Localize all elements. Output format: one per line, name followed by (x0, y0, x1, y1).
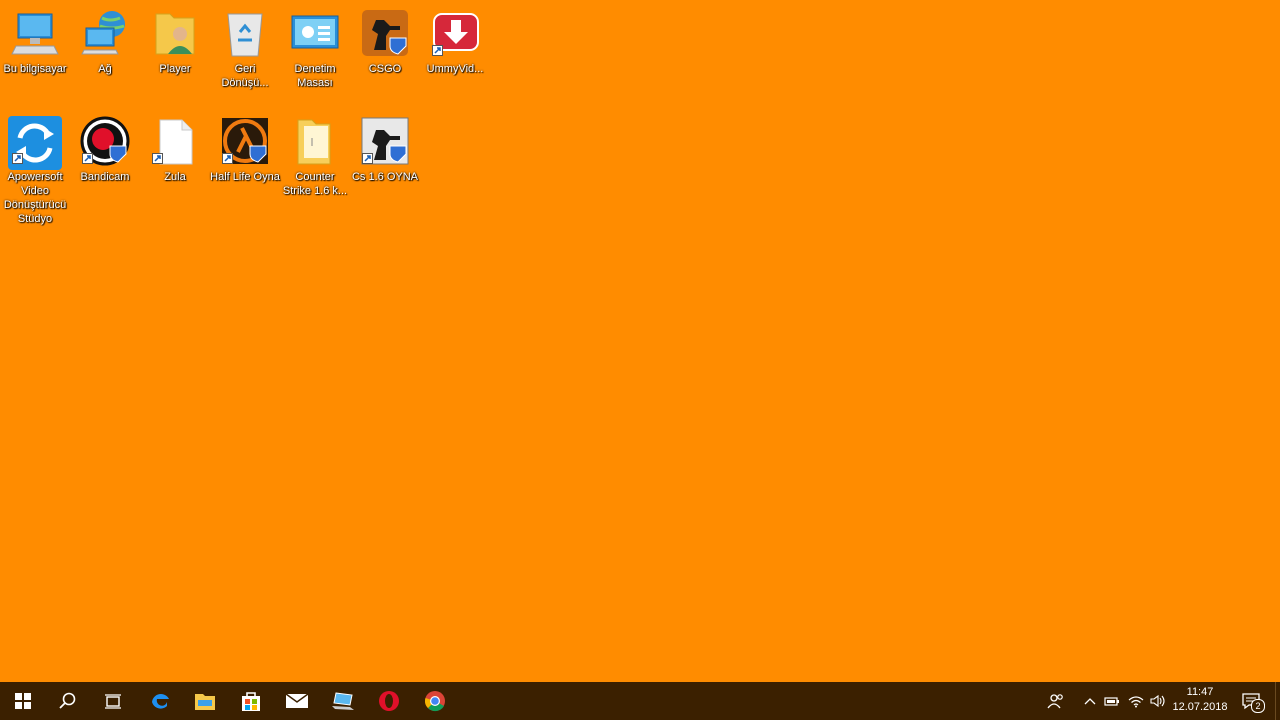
shortcut-arrow-icon (432, 45, 443, 56)
battery-icon (1104, 697, 1119, 706)
chrome-button[interactable] (412, 682, 458, 720)
clock-date: 12.07.2018 (1172, 701, 1228, 713)
show-desktop-button[interactable] (1275, 682, 1280, 720)
desktop-icon-bandicam[interactable]: Bandicam (70, 116, 140, 184)
desktop-icon-this-pc[interactable]: Bu bilgisayar (0, 8, 70, 76)
folder-icon (290, 116, 340, 166)
icon-label: Half Life Oyna (210, 171, 280, 183)
icon-label: Bandicam (80, 171, 130, 183)
desktop-icon-control-panel[interactable]: Denetim Masası (280, 8, 350, 90)
volume-icon (1150, 694, 1165, 708)
opera-button[interactable] (366, 682, 412, 720)
icon-label: Cs 1.6 OYNA (351, 171, 419, 183)
chevron-up-icon (1084, 698, 1096, 705)
laptop-app-icon (332, 692, 354, 710)
battery-button[interactable] (1102, 682, 1122, 720)
file-explorer-icon (195, 694, 215, 710)
desktop-icon-recycle-bin[interactable]: Geri Dönüşü... (210, 8, 280, 90)
mail-button[interactable] (274, 682, 320, 720)
wifi-button[interactable] (1125, 682, 1147, 720)
half-life-icon (220, 116, 270, 166)
shortcut-arrow-icon (82, 153, 93, 164)
icon-label: UmmyVid... (426, 63, 484, 75)
desktop-icon-network[interactable]: Ağ (70, 8, 140, 76)
shortcut-arrow-icon (152, 153, 163, 164)
desktop-icon-cs16[interactable]: Cs 1.6 OYNA (350, 116, 420, 184)
shortcut-arrow-icon (222, 153, 233, 164)
notification-count-badge: 2 (1251, 699, 1265, 713)
start-icon (15, 693, 31, 709)
clock[interactable]: 11:47 12.07.2018 (1168, 685, 1232, 717)
search-icon (59, 692, 76, 709)
icon-label: CSGO (368, 63, 402, 75)
csgo-icon (360, 8, 410, 58)
edge-icon (152, 694, 169, 709)
icon-label: Bu bilgisayar (3, 63, 67, 75)
desktop-icon-player[interactable]: Player (140, 8, 210, 76)
blank-file-icon (150, 116, 200, 166)
desktop-icon-half-life[interactable]: Half Life Oyna (210, 116, 280, 184)
apowersoft-icon (8, 116, 62, 170)
shortcut-arrow-icon (362, 153, 373, 164)
desktop-icon-cs16-folder[interactable]: Counter Strike 1.6 k... (280, 116, 350, 198)
store-icon (242, 692, 260, 711)
desktop: Bu bilgisayar Ağ Player Geri Dönüşü... D… (0, 0, 1280, 682)
icon-label: Geri Dönüşü... (221, 63, 269, 89)
network-icon (80, 8, 130, 58)
start-button[interactable] (0, 682, 46, 720)
control-panel-icon (290, 8, 340, 58)
icon-label: Apowersoft Video Dönüştürücü Stüdyo (3, 171, 67, 225)
task-view-button[interactable] (90, 682, 136, 720)
wifi-icon (1128, 696, 1144, 708)
desktop-icon-csgo[interactable]: CSGO (350, 8, 420, 76)
mail-icon (285, 693, 309, 708)
desktop-icon-zula[interactable]: Zula (140, 116, 210, 184)
icon-label: Ağ (98, 63, 112, 75)
ummy-video-icon (430, 8, 480, 58)
recycle-bin-icon (220, 8, 270, 58)
people-icon (1047, 694, 1063, 709)
task-view-icon (105, 694, 121, 709)
file-explorer-button[interactable] (182, 682, 228, 720)
desktop-icon-ummy[interactable]: UmmyVid... (420, 8, 490, 76)
opera-icon (379, 691, 399, 711)
shortcut-arrow-icon (12, 153, 23, 164)
icon-label: Denetim Masası (294, 63, 336, 89)
desktop-icon-apowersoft[interactable]: Apowersoft Video Dönüştürücü Stüdyo (0, 116, 70, 226)
action-center-button[interactable]: 2 (1238, 682, 1265, 720)
chrome-icon (425, 691, 445, 712)
people-button[interactable] (1044, 682, 1068, 720)
show-hidden-icons-button[interactable] (1080, 682, 1100, 720)
clock-time: 11:47 (1186, 686, 1214, 698)
store-button[interactable] (228, 682, 274, 720)
cs16-icon (360, 116, 410, 166)
icon-label: Player (159, 63, 191, 75)
icon-label: Counter Strike 1.6 k... (282, 171, 348, 197)
computer-icon (10, 8, 60, 58)
volume-button[interactable] (1147, 682, 1169, 720)
edge-button[interactable] (137, 682, 183, 720)
taskbar: 11:47 12.07.2018 2 (0, 682, 1280, 720)
laptop-app-button[interactable] (320, 682, 366, 720)
user-folder-icon (150, 8, 200, 58)
bandicam-icon (80, 116, 130, 166)
icon-label: Zula (164, 171, 186, 183)
search-button[interactable] (45, 682, 91, 720)
